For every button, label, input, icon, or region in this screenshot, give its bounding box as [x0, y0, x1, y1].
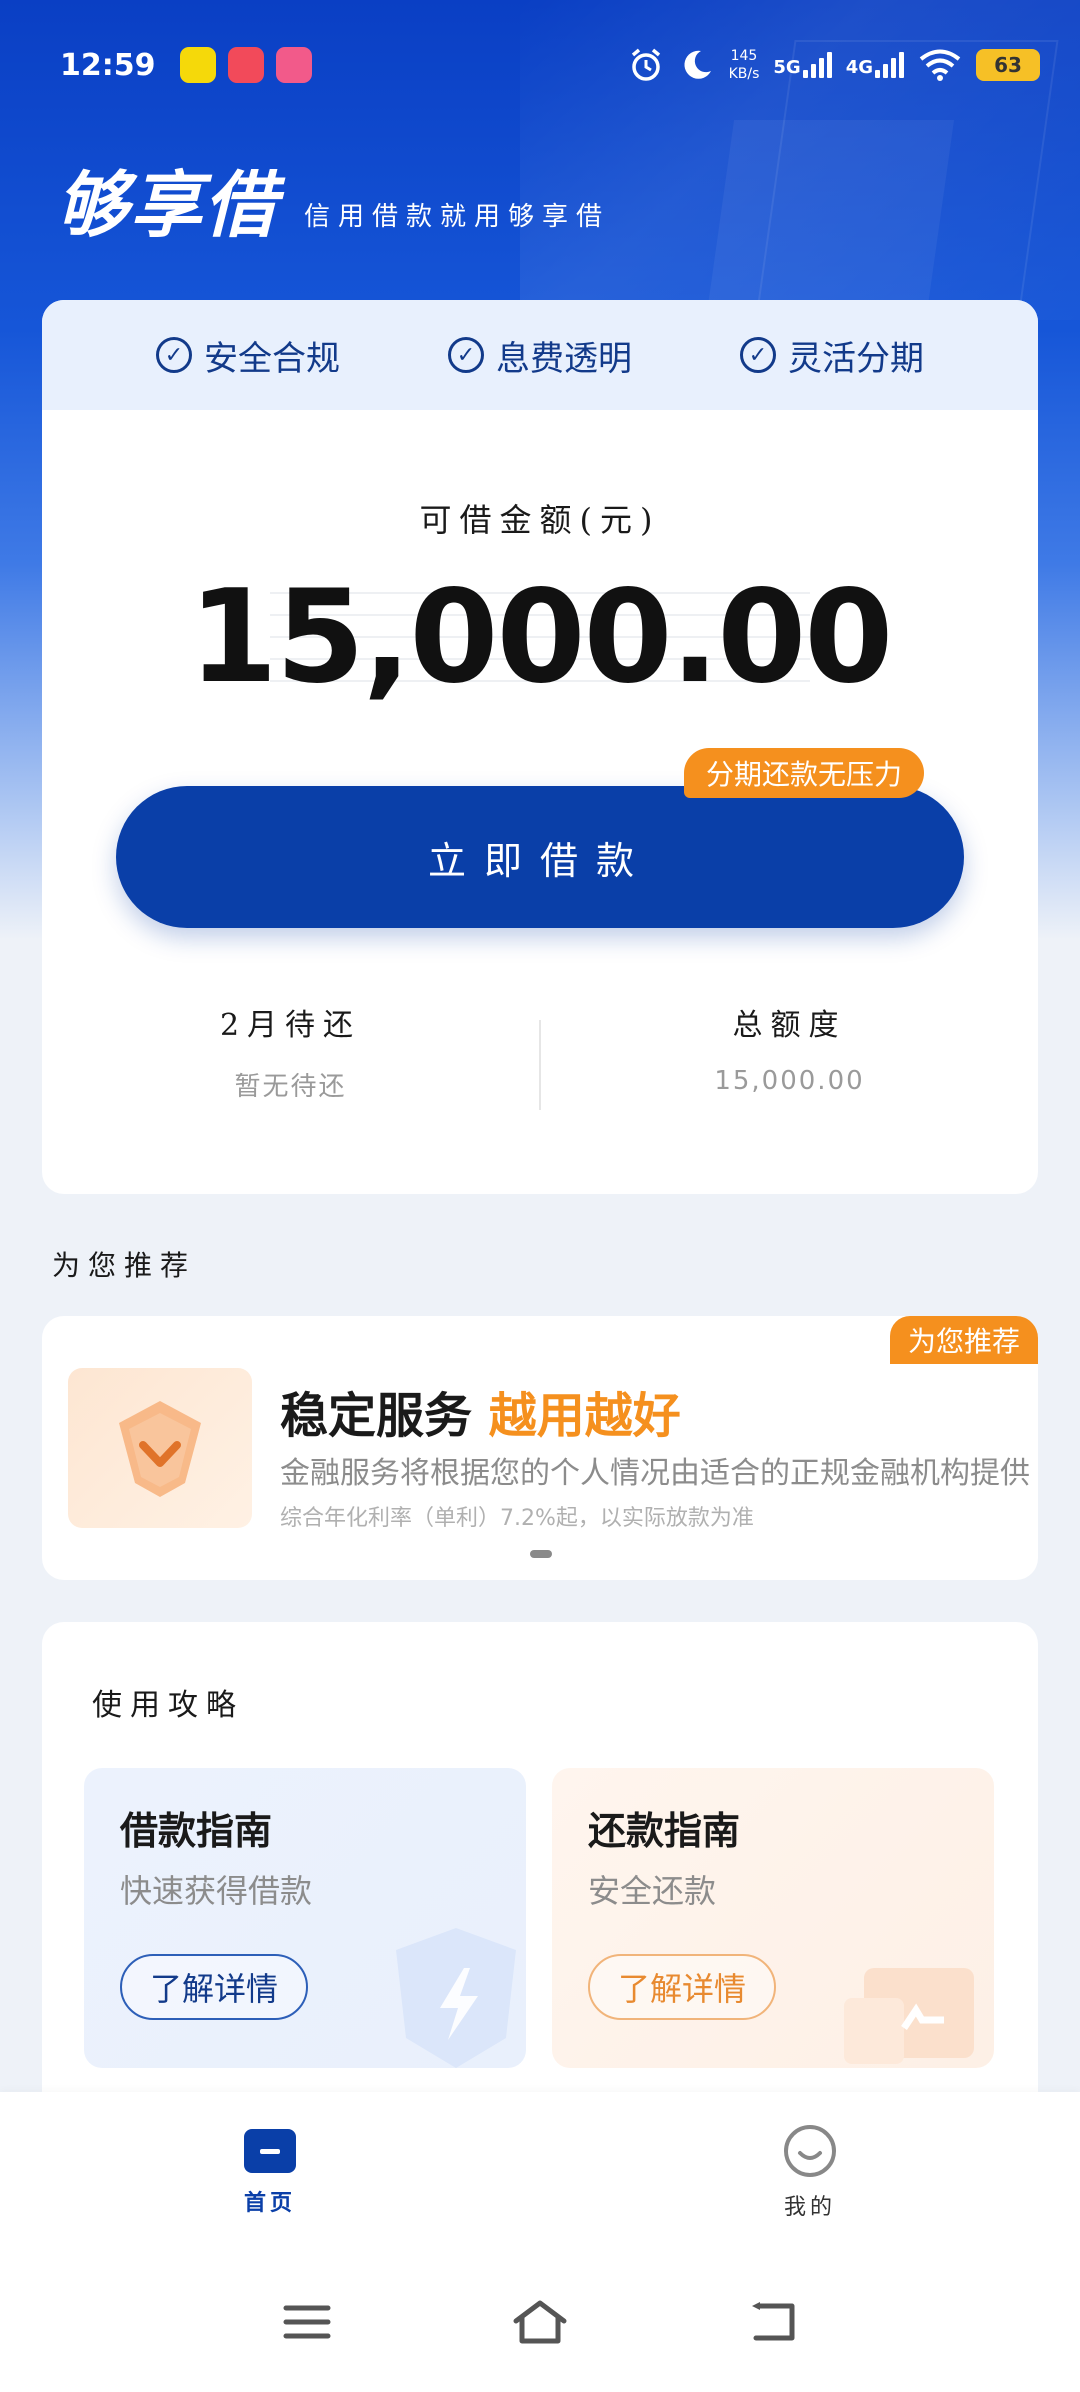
- menu-icon: [283, 2305, 331, 2339]
- back-icon: [752, 2302, 795, 2341]
- recommend-badge: 为您推荐: [889, 1316, 1038, 1364]
- system-nav-bar: [0, 2252, 1080, 2392]
- check-circle-icon: ✓: [448, 337, 484, 373]
- battery-icon: 63: [976, 49, 1040, 81]
- notification-app-icon: [179, 47, 216, 83]
- installment-promo-badge: 分期还款无压力: [684, 748, 925, 798]
- net-speed: 145 KB/s: [729, 47, 760, 83]
- status-left: 12:59: [60, 47, 312, 83]
- notification-app-icon: [275, 47, 312, 83]
- loan-guide-details-button[interactable]: 了解详情: [120, 1954, 309, 2020]
- feature-label: 灵活分期: [788, 338, 924, 379]
- total-limit-title: 总额度: [732, 1008, 847, 1043]
- recommend-title: 稳定服务 越用越好: [280, 1376, 681, 1446]
- feature-strip: ✓ 安全合规 ✓ 息费透明 ✓ 灵活分期: [42, 300, 1038, 410]
- recommend-rate-note: 综合年化利率（单利）7.2%起，以实际放款为准: [280, 1506, 754, 1531]
- recommend-section-title: 为您推荐: [52, 1249, 197, 1282]
- due-value: 暂无待还: [234, 1072, 347, 1102]
- signal-bars-icon: [875, 52, 904, 78]
- status-right: 145 KB/s 5G 4G 63: [627, 46, 1040, 84]
- total-limit[interactable]: 总额度 15,000.00: [541, 1000, 1038, 1130]
- battery-level: 63: [994, 53, 1022, 77]
- loan-stats: 2月待还 暂无待还 总额度 15,000.00: [42, 1000, 1038, 1130]
- loan-guide-subtitle: 快速获得借款: [120, 1872, 313, 1910]
- repay-guide-tile[interactable]: 还款指南 安全还款 了解详情: [552, 1768, 994, 2068]
- carousel-indicator: [530, 1550, 552, 1558]
- signal-5g-label: 5G: [773, 57, 801, 78]
- bottom-tab-bar: 首页 我的: [0, 2092, 1080, 2252]
- tab-home-label: 首页: [243, 2190, 296, 2216]
- tab-home[interactable]: 首页: [0, 2092, 540, 2252]
- check-circle-icon: ✓: [740, 337, 776, 373]
- feature-item: ✓ 安全合规: [156, 331, 340, 380]
- signal-5g: 5G: [773, 52, 832, 78]
- signal-4g-label: 4G: [845, 57, 873, 78]
- shield-check-icon: [119, 1401, 201, 1497]
- recent-apps-button[interactable]: [267, 2282, 347, 2362]
- status-bar: 12:59 145 KB/s 5G 4G 63: [0, 0, 1080, 130]
- home-icon: [513, 2300, 567, 2344]
- available-amount: 15,000.00: [188, 563, 894, 712]
- tab-mine[interactable]: 我的: [540, 2092, 1080, 2252]
- usage-guide-card: 使用攻略 借款指南 快速获得借款 了解详情 还款指南 安全还款 了解详情: [42, 1622, 1038, 2092]
- feature-label: 安全合规: [204, 338, 340, 379]
- repay-guide-details-button[interactable]: 了解详情: [588, 1954, 777, 2020]
- profile-tab-icon: [784, 2125, 836, 2177]
- brand-slogan: 信用借款就用够享借: [304, 202, 611, 232]
- home-button[interactable]: [500, 2282, 580, 2362]
- recommend-image: [68, 1368, 252, 1528]
- loan-guide-title: 借款指南: [120, 1809, 273, 1853]
- feature-label: 息费透明: [496, 338, 632, 379]
- lightning-shield-icon: [396, 1928, 516, 2068]
- net-speed-value: 145: [730, 48, 758, 64]
- moon-icon: [684, 50, 711, 79]
- total-limit-value: 15,000.00: [714, 1066, 865, 1096]
- feature-item: ✓ 息费透明: [448, 331, 632, 380]
- recommend-banner[interactable]: 为您推荐 稳定服务 越用越好 金融服务将根据您的个人情况由适合的正规金融机构提供…: [42, 1316, 1038, 1580]
- tab-mine-label: 我的: [783, 2195, 836, 2220]
- alarm-icon: [631, 48, 660, 81]
- signal-bars-icon: [802, 52, 832, 78]
- feature-item: ✓ 灵活分期: [740, 331, 924, 380]
- brand-header: 够享借 信用借款就用够享借: [56, 165, 610, 245]
- loan-guide-tile[interactable]: 借款指南 快速获得借款 了解详情: [84, 1768, 526, 2068]
- available-amount-label: 可借金额(元): [419, 501, 661, 539]
- recommend-description: 金融服务将根据您的个人情况由适合的正规金融机构提供: [280, 1456, 1030, 1491]
- status-time: 12:59: [60, 47, 156, 83]
- due-title: 2月待还: [219, 1008, 362, 1043]
- notification-app-icon: [227, 47, 264, 83]
- repay-guide-subtitle: 安全还款: [588, 1872, 717, 1910]
- signal-4g: 4G: [846, 52, 904, 78]
- recommend-title-main: 稳定服务: [280, 1388, 473, 1444]
- guide-section-title: 使用攻略: [92, 1688, 244, 1723]
- wifi-icon: [919, 49, 961, 81]
- back-button[interactable]: [733, 2282, 813, 2362]
- home-tab-icon: [244, 2129, 296, 2173]
- brand-logo: 够享借: [56, 163, 279, 247]
- wallet-icon: [844, 1968, 974, 2064]
- recommend-title-highlight: 越用越好: [488, 1388, 681, 1444]
- due-this-month[interactable]: 2月待还 暂无待还: [42, 1000, 539, 1130]
- repay-guide-title: 还款指南: [588, 1809, 741, 1853]
- net-speed-unit: KB/s: [728, 66, 760, 82]
- borrow-now-button[interactable]: 立即借款: [116, 786, 964, 928]
- loan-card: ✓ 安全合规 ✓ 息费透明 ✓ 灵活分期 可借金额(元) 15,000.00 立…: [42, 300, 1038, 1194]
- check-circle-icon: ✓: [156, 337, 192, 373]
